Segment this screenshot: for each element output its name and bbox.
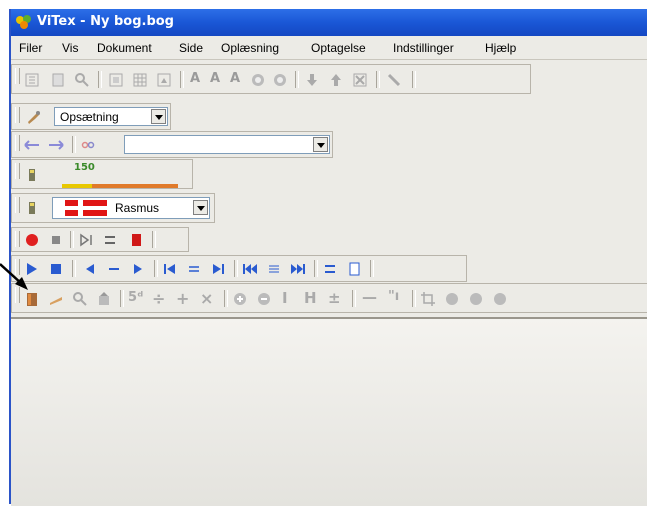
toolbar-edit: 5ᵈ ÷ + × I H ± — "ı: [11, 283, 647, 313]
menu-vis[interactable]: Vis: [62, 41, 78, 55]
ruler-icon[interactable]: [48, 291, 64, 307]
toolbar-navigation: [11, 131, 333, 158]
lines-icon[interactable]: [186, 261, 202, 277]
font-small-a-icon[interactable]: A: [230, 71, 240, 86]
minus-line-icon[interactable]: —: [362, 288, 377, 306]
last-page-icon[interactable]: [290, 261, 306, 277]
settings-tool-icon[interactable]: [26, 109, 42, 125]
toolbar-voice: Rasmus: [11, 193, 215, 223]
chevron-down-icon[interactable]: [151, 109, 166, 124]
chevron-down-icon[interactable]: [313, 137, 328, 152]
circle-b-icon[interactable]: [272, 72, 288, 88]
menu-indstillinger[interactable]: Indstillinger: [393, 41, 454, 55]
menu-dokument[interactable]: Dokument: [97, 41, 152, 55]
quote-icon[interactable]: "ı: [388, 289, 399, 304]
first-page-icon[interactable]: [242, 261, 258, 277]
current-line-icon[interactable]: [106, 261, 122, 277]
menu-optagelse[interactable]: Optagelse: [311, 41, 366, 55]
setup-combo[interactable]: Opsætning: [54, 107, 168, 126]
fraction-icon[interactable]: ±: [328, 289, 341, 307]
skip-end-icon[interactable]: [210, 261, 226, 277]
danish-flag-icon: [65, 200, 107, 216]
document-icon[interactable]: [346, 261, 362, 277]
frame-icon[interactable]: [108, 72, 124, 88]
stop-playback-icon[interactable]: [48, 261, 64, 277]
flip-icon[interactable]: [492, 291, 508, 307]
toolbar-grip[interactable]: [15, 68, 20, 84]
speed-slider-fill: [62, 184, 92, 188]
title-bar[interactable]: ViTex - Ny bog.bog: [11, 9, 647, 36]
arrow-down-icon[interactable]: [304, 72, 320, 88]
rotate-left-icon[interactable]: [444, 291, 460, 307]
chevron-down-icon[interactable]: [193, 200, 208, 215]
circle-minus-icon[interactable]: [256, 291, 272, 307]
menu-side[interactable]: Side: [179, 41, 203, 55]
toolbar-grip[interactable]: [15, 231, 20, 247]
plus-icon[interactable]: +: [176, 289, 189, 308]
page-lines-icon[interactable]: [266, 261, 282, 277]
previous-icon[interactable]: [82, 261, 98, 277]
font-large-a-icon[interactable]: A: [190, 71, 200, 86]
toolbar-grip[interactable]: [15, 135, 20, 151]
circle-a-icon[interactable]: [250, 72, 266, 88]
export-icon[interactable]: [96, 291, 112, 307]
menu-filer[interactable]: Filer: [19, 41, 42, 55]
navigation-combo[interactable]: [124, 135, 330, 154]
speed-value: 150: [74, 162, 95, 173]
zoom-icon[interactable]: [72, 291, 88, 307]
page-view-icon[interactable]: [50, 72, 66, 88]
stop-icon[interactable]: [48, 232, 64, 248]
toolbar-grip[interactable]: [15, 107, 20, 123]
skip-start-icon[interactable]: [162, 261, 178, 277]
superscript-icon[interactable]: 5ᵈ: [128, 290, 143, 305]
insert-lines-icon[interactable]: [102, 232, 118, 248]
search-icon[interactable]: [74, 72, 90, 88]
multiply-icon[interactable]: ×: [200, 289, 213, 308]
next-icon[interactable]: [130, 261, 146, 277]
speaker-volume-icon[interactable]: [24, 167, 40, 183]
circle-plus-icon[interactable]: [232, 291, 248, 307]
crop-icon[interactable]: [420, 291, 436, 307]
wand-icon[interactable]: [386, 72, 402, 88]
toolbar-document: A A A: [11, 64, 531, 94]
toolbar-playback: [11, 255, 467, 282]
play-icon[interactable]: [24, 261, 40, 277]
divide-icon[interactable]: ÷: [152, 289, 165, 308]
speed-slider[interactable]: [62, 184, 178, 188]
bracket-icon[interactable]: H: [304, 289, 317, 307]
voice-combo[interactable]: Rasmus: [52, 197, 210, 219]
arrow-back-icon[interactable]: [24, 137, 40, 153]
table-icon[interactable]: [132, 72, 148, 88]
toolbar-setup: Opsætning: [11, 103, 171, 130]
toolbar-speed: 150: [11, 159, 193, 189]
delete-icon[interactable]: [352, 72, 368, 88]
font-medium-a-icon[interactable]: A: [210, 71, 220, 86]
tree-view-icon[interactable]: [24, 72, 40, 88]
menu-oplaesning[interactable]: Oplæsning: [221, 41, 279, 55]
toolbar-grip[interactable]: [15, 287, 20, 303]
record-icon[interactable]: [24, 232, 40, 248]
record-document-icon[interactable]: [128, 232, 144, 248]
rotate-right-icon[interactable]: [468, 291, 484, 307]
menu-hjaelp[interactable]: Hjælp: [485, 41, 516, 55]
toolbar-grip[interactable]: [15, 197, 20, 213]
link-icon[interactable]: [80, 137, 96, 153]
book-icon[interactable]: [24, 291, 40, 307]
app-window: ViTex - Ny bog.bog Filer Vis Dokument Si…: [9, 9, 647, 506]
toolbar-record: [11, 227, 189, 252]
toolbar-grip[interactable]: [15, 163, 20, 179]
split-lines-icon[interactable]: [322, 261, 338, 277]
document-area[interactable]: [11, 317, 647, 506]
menu-bar: Filer Vis Dokument Side Oplæsning Optage…: [11, 37, 647, 60]
arrow-up-icon[interactable]: [328, 72, 344, 88]
toolbar-grip[interactable]: [15, 259, 20, 275]
window-title: ViTex - Ny bog.bog: [37, 14, 174, 29]
vitex-app-icon: [16, 15, 31, 29]
integral-icon[interactable]: I: [282, 289, 288, 307]
arrow-forward-icon[interactable]: [48, 137, 64, 153]
image-frame-icon[interactable]: [156, 72, 172, 88]
play-pause-icon[interactable]: [78, 232, 94, 248]
speaker-voice-icon[interactable]: [24, 200, 40, 216]
